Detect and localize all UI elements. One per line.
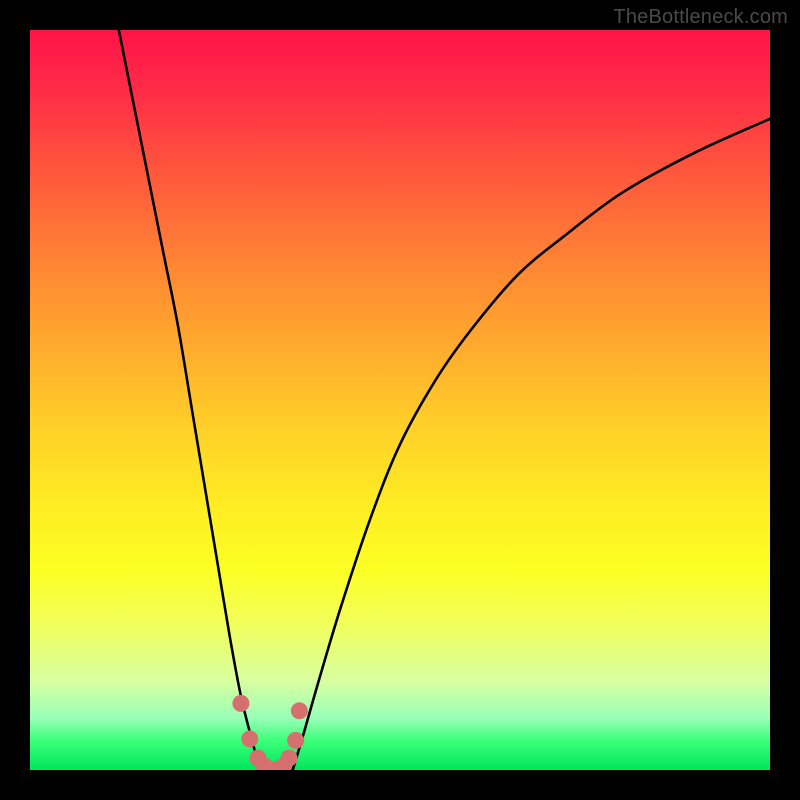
watermark-label: TheBottleneck.com: [613, 6, 788, 29]
chart-frame: TheBottleneck.com: [0, 0, 800, 800]
right-branch-curve: [293, 119, 770, 770]
valley-dot: [281, 750, 298, 767]
valley-dot: [241, 730, 258, 747]
valley-dot: [287, 732, 304, 749]
left-branch-curve: [119, 30, 260, 770]
valley-dot: [232, 695, 249, 712]
valley-dot: [291, 702, 308, 719]
plot-area: [30, 30, 770, 770]
curve-overlay: [30, 30, 770, 770]
